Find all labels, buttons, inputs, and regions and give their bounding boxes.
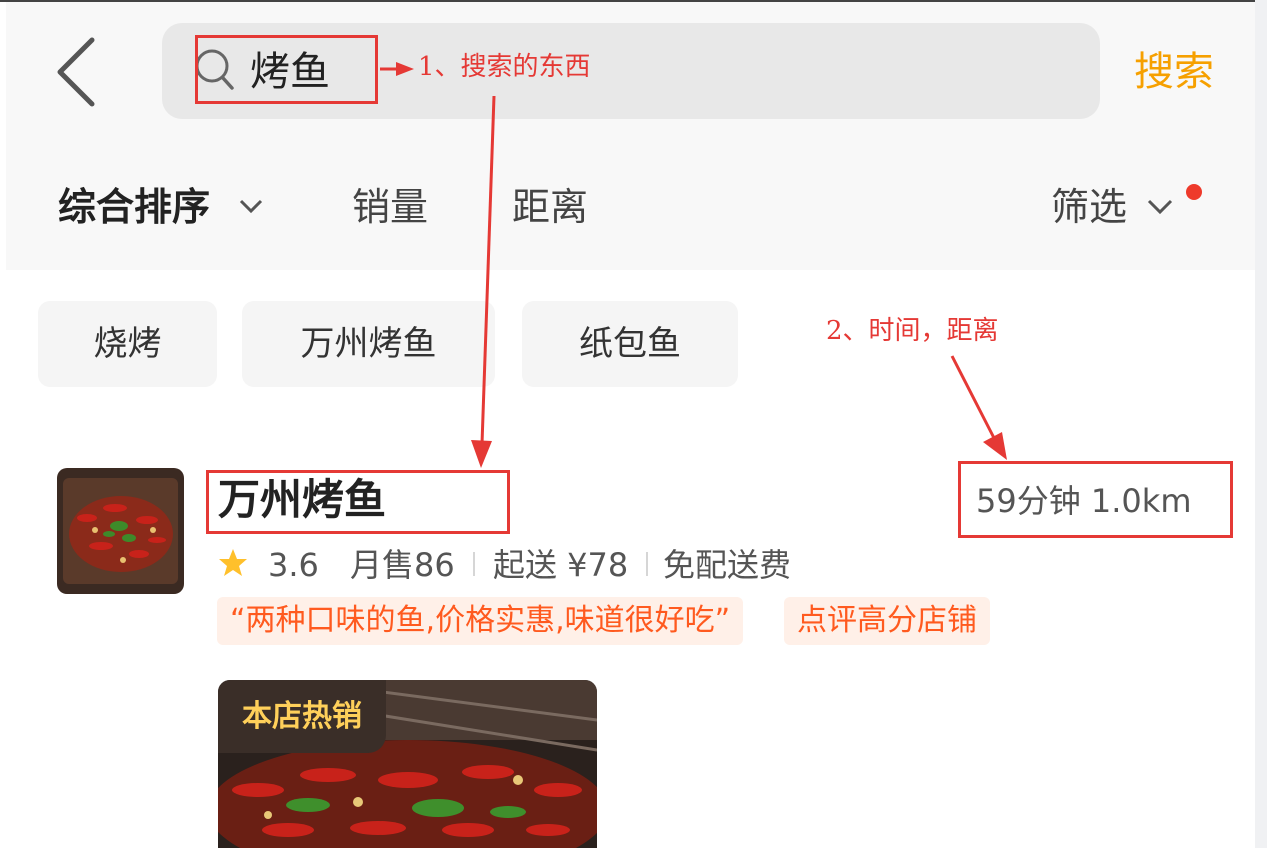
annotation-note-search: 1、搜索的东西 xyxy=(418,52,591,82)
annotation-arrows xyxy=(380,62,1007,468)
annotation-note-time-distance: 2、时间，距离 xyxy=(826,316,999,346)
